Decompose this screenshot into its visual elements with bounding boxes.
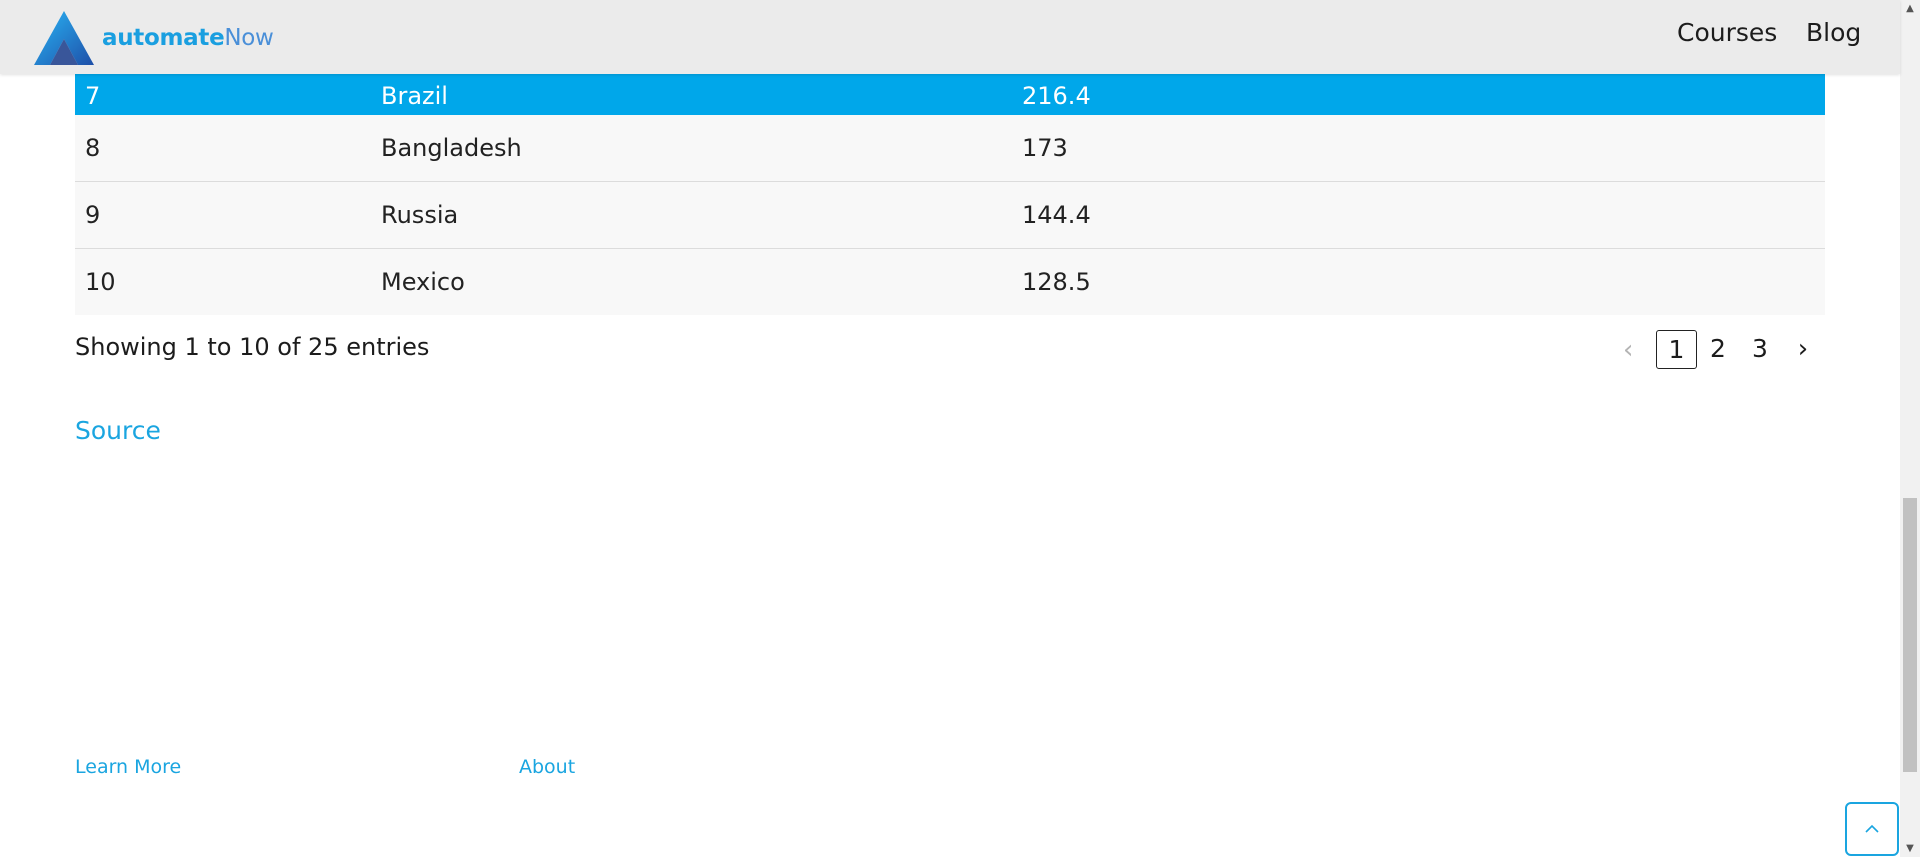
brand-bold: automate [102, 25, 225, 51]
rank-cell: 9 [85, 201, 101, 229]
page-3-button[interactable]: 3 [1742, 330, 1778, 367]
table-row[interactable]: 10 Mexico 128.5 [75, 249, 1825, 315]
brand-light: Now [224, 25, 274, 51]
next-page-button[interactable]: › [1793, 331, 1813, 368]
source-link[interactable]: Source [75, 416, 161, 445]
site-header: automateNow Courses Blog [0, 0, 1900, 74]
scroll-up-arrow-icon[interactable]: ▲ [1900, 0, 1920, 17]
rank-cell: 8 [85, 134, 101, 162]
page-2-button[interactable]: 2 [1700, 330, 1736, 367]
country-cell: Mexico [381, 268, 465, 296]
scroll-down-arrow-icon[interactable]: ▼ [1900, 840, 1920, 857]
previous-page-button[interactable]: ‹ [1623, 332, 1633, 369]
scrollbar-thumb[interactable] [1903, 498, 1917, 772]
rank-cell: 10 [85, 268, 116, 296]
pagination: ‹ 1 2 3 › [0, 330, 1900, 369]
nav-blog[interactable]: Blog [1806, 18, 1861, 47]
vertical-scrollbar[interactable]: ▲ ▼ [1900, 0, 1920, 857]
value-cell: 144.4 [1022, 201, 1091, 229]
rank-cell: 7 [85, 82, 101, 110]
automatenow-logo-icon [34, 11, 94, 65]
brand-name: automateNow [102, 25, 274, 51]
chevron-up-icon [1865, 824, 1879, 833]
country-cell: Bangladesh [381, 134, 522, 162]
country-cell: Brazil [381, 82, 448, 110]
value-cell: 173 [1022, 134, 1068, 162]
learn-more-link[interactable]: Learn More [75, 756, 181, 778]
nav-courses[interactable]: Courses [1677, 18, 1777, 47]
page-1-button[interactable]: 1 [1656, 330, 1697, 369]
population-table: 7 Brazil 216.4 8 Bangladesh 173 9 Russia… [75, 60, 1825, 315]
back-to-top-button[interactable] [1845, 802, 1899, 856]
table-row[interactable]: 8 Bangladesh 173 [75, 115, 1825, 182]
about-link[interactable]: About [519, 756, 575, 778]
logo[interactable]: automateNow [34, 11, 274, 65]
value-cell: 216.4 [1022, 82, 1091, 110]
value-cell: 128.5 [1022, 268, 1091, 296]
table-row[interactable]: 9 Russia 144.4 [75, 182, 1825, 249]
country-cell: Russia [381, 201, 459, 229]
